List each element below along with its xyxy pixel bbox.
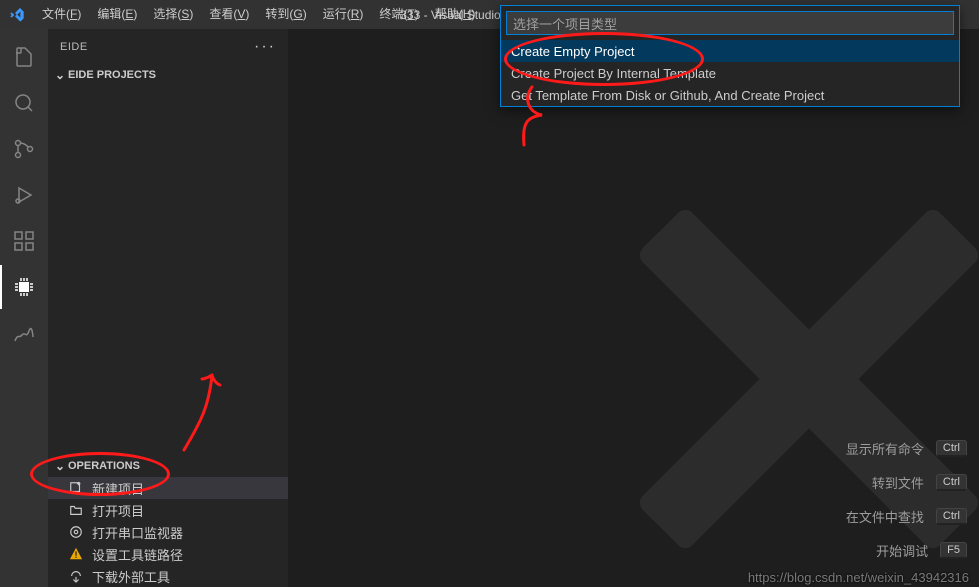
menu-v[interactable]: 查看(V) <box>201 0 257 29</box>
sidebar-title: EIDE <box>60 41 88 53</box>
hint-row: 转到文件 Ctrl <box>846 465 967 499</box>
menu-r[interactable]: 运行(R) <box>315 0 372 29</box>
activity-bar <box>0 29 48 587</box>
operation-label: 新建项目 <box>92 479 144 498</box>
key-badge: Ctrl <box>936 474 967 491</box>
chevron-down-icon: ⌄ <box>52 68 68 82</box>
download-tool-icon <box>68 568 84 584</box>
menu-t[interactable]: 终端(T) <box>371 0 426 29</box>
run-debug-icon[interactable] <box>0 173 48 217</box>
hint-row: 在文件中查找 Ctrl <box>846 499 967 533</box>
new-project-icon <box>68 480 84 496</box>
menu-bar: 文件(F)编辑(E)选择(S)查看(V)转到(G)运行(R)终端(T)帮助(H) <box>34 0 483 29</box>
menu-s[interactable]: 选择(S) <box>145 0 201 29</box>
operation-item[interactable]: 打开项目 <box>48 499 288 521</box>
projects-section-header[interactable]: ⌄ EIDE PROJECTS <box>48 64 288 86</box>
operation-label: 设置工具链路径 <box>92 545 183 564</box>
operation-item[interactable]: 打开串口监视器 <box>48 521 288 543</box>
hint-row: 显示所有命令 Ctrl <box>846 431 967 465</box>
hint-label: 显示所有命令 <box>846 439 924 458</box>
key-badge: F5 <box>940 542 967 559</box>
key-badge: Ctrl <box>936 508 967 525</box>
operations-list: 新建项目打开项目打开串口监视器设置工具链路径下载外部工具 <box>48 477 288 587</box>
open-project-icon <box>68 502 84 518</box>
hint-label: 在文件中查找 <box>846 507 924 526</box>
quickpick-item[interactable]: Get Template From Disk or Github, And Cr… <box>501 84 959 106</box>
eide-icon[interactable] <box>0 265 48 309</box>
explorer-icon[interactable] <box>0 35 48 79</box>
quickpick-item[interactable]: Create Project By Internal Template <box>501 62 959 84</box>
welcome-hints: 显示所有命令 Ctrl 转到文件 Ctrl 在文件中查找 Ctrl 开始调试 F5 <box>846 431 967 567</box>
operation-label: 打开串口监视器 <box>92 523 183 542</box>
operation-item[interactable]: 新建项目 <box>48 477 288 499</box>
quickpick-item[interactable]: Create Empty Project <box>501 40 959 62</box>
projects-header-label: EIDE PROJECTS <box>68 69 156 81</box>
search-icon[interactable] <box>0 81 48 125</box>
operation-item[interactable]: 设置工具链路径 <box>48 543 288 565</box>
quick-pick: 选择一个项目类型 Create Empty ProjectCreate Proj… <box>500 5 960 107</box>
operation-item[interactable]: 下载外部工具 <box>48 565 288 587</box>
editor-area: 显示所有命令 Ctrl 转到文件 Ctrl 在文件中查找 Ctrl 开始调试 F5 <box>288 29 979 587</box>
serial-monitor-icon <box>68 524 84 540</box>
source-control-icon[interactable] <box>0 127 48 171</box>
watermark-text: https://blog.csdn.net/weixin_43942316 <box>748 570 969 585</box>
sidebar-title-row: EIDE ··· <box>48 29 288 64</box>
extensions-icon[interactable] <box>0 219 48 263</box>
hint-label: 开始调试 <box>876 541 928 560</box>
hint-label: 转到文件 <box>872 473 924 492</box>
key-badge: Ctrl <box>936 440 967 457</box>
graph-icon[interactable] <box>0 311 48 355</box>
hint-row: 开始调试 F5 <box>846 533 967 567</box>
menu-f[interactable]: 文件(F) <box>34 0 89 29</box>
operation-label: 下载外部工具 <box>92 567 170 586</box>
operation-label: 打开项目 <box>92 501 144 520</box>
app-logo <box>0 7 34 23</box>
menu-h[interactable]: 帮助(H) <box>427 0 484 29</box>
menu-g[interactable]: 转到(G) <box>257 0 314 29</box>
more-actions-icon[interactable]: ··· <box>254 38 276 56</box>
menu-e[interactable]: 编辑(E) <box>89 0 145 29</box>
chevron-down-icon: ⌄ <box>52 459 68 473</box>
sidebar: EIDE ··· ⌄ EIDE PROJECTS ⌄ OPERATIONS 新建… <box>48 29 288 587</box>
operations-section-header[interactable]: ⌄ OPERATIONS <box>48 455 288 477</box>
quickpick-input[interactable]: 选择一个项目类型 <box>506 11 954 35</box>
warning-icon <box>68 546 84 562</box>
operations-header-label: OPERATIONS <box>68 460 140 472</box>
